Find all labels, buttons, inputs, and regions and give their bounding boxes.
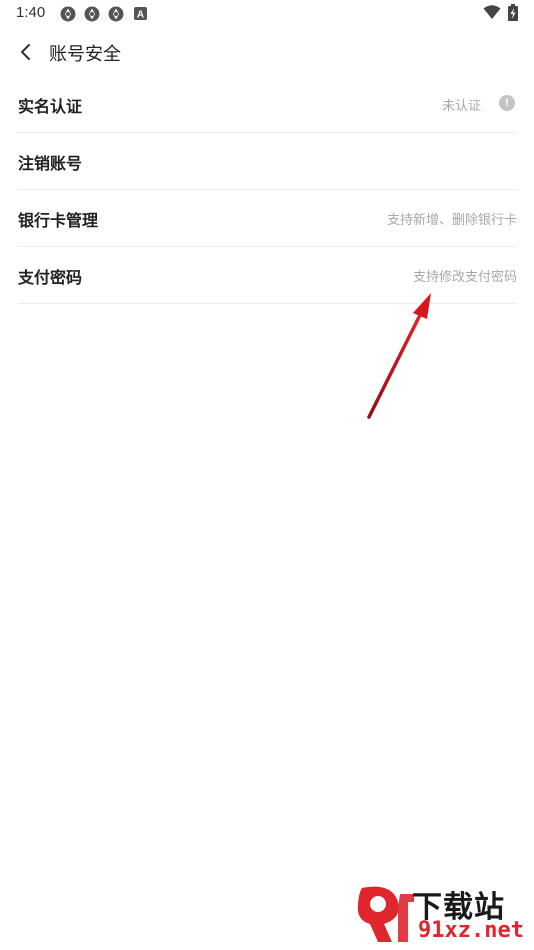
row-label: 实名认证 [18,97,83,116]
row-hint: 支持新增、删除银行卡 [386,213,517,228]
info-icon[interactable]: ! [499,95,515,111]
status-time: 1:40 [16,4,46,21]
settings-list: 实名认证 未认证 ! 注销账号 银行卡管理 支持新增、删除银行卡 支付密码 支持… [18,76,517,304]
row-label: 支付密码 [18,268,83,287]
watermark: 下载站 91xz.net [352,882,528,946]
wifi-icon [483,5,501,19]
row-label: 注销账号 [18,154,83,173]
svg-text:A: A [137,10,144,21]
settings-row-real-name-verification[interactable]: 实名认证 未认证 ! [18,76,517,133]
back-button[interactable] [10,36,42,68]
settings-row-bank-card-management[interactable]: 银行卡管理 支持新增、删除银行卡 [18,190,517,247]
app-notification-icon [84,6,100,22]
row-status: 未认证 [441,99,481,114]
status-bar: 1:40 A [0,0,534,28]
watermark-logo-icon [357,886,414,942]
battery-charging-icon [508,4,518,21]
keyboard-a-icon: A [134,7,147,20]
page-title: 账号安全 [49,44,121,65]
chevron-left-icon [21,44,30,60]
row-label: 银行卡管理 [18,211,99,230]
annotation-arrow-icon [367,293,431,419]
watermark-url: 91xz.net [418,918,524,943]
app-notification-icon [60,6,76,22]
settings-row-cancel-account[interactable]: 注销账号 [18,133,517,190]
app-notification-icon [108,6,124,22]
header: 账号安全 [0,28,534,76]
row-hint: 支持修改支付密码 [412,270,517,285]
